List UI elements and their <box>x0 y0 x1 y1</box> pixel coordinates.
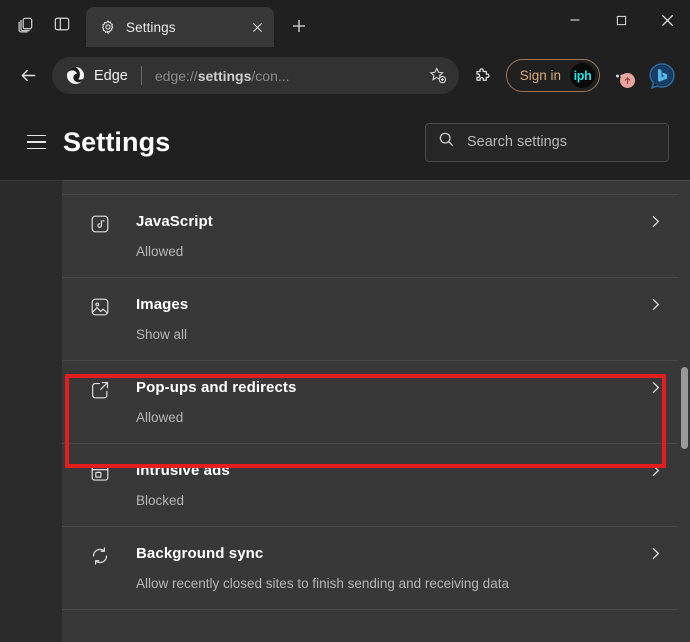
sign-in-label: Sign in <box>519 68 561 83</box>
extensions-icon[interactable] <box>467 59 501 93</box>
setting-row-text: Pop-ups and redirects Allowed <box>136 378 635 426</box>
setting-row-status: Allow recently closed sites to finish se… <box>136 576 509 591</box>
setting-row-status: Allowed <box>136 410 184 425</box>
site-permissions-list: JavaScript Allowed Images Show all Pop-u… <box>62 195 690 610</box>
setting-row-pop-ups-and-redirects[interactable]: Pop-ups and redirects Allowed <box>62 361 690 444</box>
setting-row-title: Background sync <box>136 545 264 562</box>
split-screen-icon[interactable] <box>44 8 80 40</box>
chevron-right-icon[interactable] <box>647 544 664 562</box>
chevron-right-icon[interactable] <box>647 378 664 396</box>
chevron-right-icon[interactable] <box>647 212 664 230</box>
omnibox-url[interactable]: edge://settings/con... <box>155 68 425 84</box>
tab-close-icon[interactable] <box>246 16 268 38</box>
chevron-right-icon[interactable] <box>647 295 664 313</box>
update-available-badge <box>620 72 635 88</box>
chevron-right-icon[interactable] <box>647 461 664 479</box>
setting-row-images[interactable]: Images Show all <box>62 278 690 361</box>
hamburger-icon[interactable] <box>19 125 53 159</box>
scrollbar-thumb[interactable] <box>681 367 688 449</box>
content-top-spacer <box>62 181 690 195</box>
url-suffix: /con... <box>251 67 290 84</box>
tab-strip: Settings <box>0 0 690 47</box>
setting-row-title: Intrusive ads <box>136 462 230 479</box>
setting-row-status: Show all <box>136 327 188 342</box>
omnibox-brand-label: Edge <box>94 67 128 84</box>
browser-settings-menu-button[interactable] <box>605 59 639 93</box>
window-controls <box>552 0 690 47</box>
tab-title: Settings <box>126 19 176 35</box>
minimize-button[interactable] <box>552 0 598 40</box>
setting-row-background-sync[interactable]: Background sync Allow recently closed si… <box>62 527 690 610</box>
page-title: Settings <box>63 126 171 157</box>
search-icon <box>438 131 455 153</box>
tab-search-icon[interactable] <box>8 8 44 40</box>
star-add-icon[interactable] <box>425 63 451 89</box>
settings-nav-rail <box>0 180 62 642</box>
back-button[interactable] <box>10 58 46 94</box>
external-link-icon <box>86 378 114 401</box>
content-scrollbar[interactable] <box>678 181 690 642</box>
setting-row-intrusive-ads[interactable]: Intrusive ads Blocked <box>62 444 690 527</box>
image-icon <box>86 295 114 318</box>
ad-window-icon <box>86 461 114 484</box>
sync-icon <box>86 544 114 567</box>
search-input[interactable] <box>467 134 656 150</box>
navigation-toolbar: Edge edge://settings/con... Sign in iph <box>0 47 690 104</box>
setting-row-text: Images Show all <box>136 295 635 343</box>
setting-row-status: Allowed <box>136 244 184 259</box>
address-bar[interactable]: Edge edge://settings/con... <box>52 57 459 94</box>
setting-row-text: Intrusive ads Blocked <box>136 461 635 509</box>
setting-row-title: Images <box>136 296 189 313</box>
url-prefix: edge:// <box>154 67 198 84</box>
setting-row-status: Blocked <box>136 493 185 508</box>
setting-row-text: JavaScript Allowed <box>136 212 635 260</box>
setting-row-title: JavaScript <box>136 213 213 230</box>
url-domain: settings <box>197 67 252 84</box>
hamburger-bar <box>26 134 46 137</box>
maximize-button[interactable] <box>598 0 644 40</box>
settings-page: Settings JavaScript Allowed <box>0 104 690 642</box>
hamburger-bar <box>26 147 46 150</box>
setting-row-title: Pop-ups and redirects <box>136 379 297 396</box>
sign-in-button[interactable]: Sign in iph <box>505 59 600 92</box>
settings-content: JavaScript Allowed Images Show all Pop-u… <box>62 180 690 642</box>
avatar[interactable]: iph <box>570 63 595 88</box>
settings-body: JavaScript Allowed Images Show all Pop-u… <box>0 180 690 642</box>
omnibox-divider <box>140 66 142 85</box>
hamburger-bar <box>26 141 46 143</box>
settings-header: Settings <box>0 104 690 180</box>
gear-icon <box>99 18 117 36</box>
new-tab-button[interactable] <box>282 9 316 43</box>
setting-row-text: Background sync Allow recently closed si… <box>136 544 635 592</box>
bing-copilot-icon[interactable] <box>643 57 681 95</box>
search-settings-box[interactable] <box>425 122 669 162</box>
edge-logo-icon <box>66 66 85 85</box>
close-window-button[interactable] <box>644 0 690 40</box>
setting-row-javascript[interactable]: JavaScript Allowed <box>62 195 690 278</box>
javascript-icon <box>86 212 114 235</box>
browser-tab-settings[interactable]: Settings <box>86 7 274 47</box>
